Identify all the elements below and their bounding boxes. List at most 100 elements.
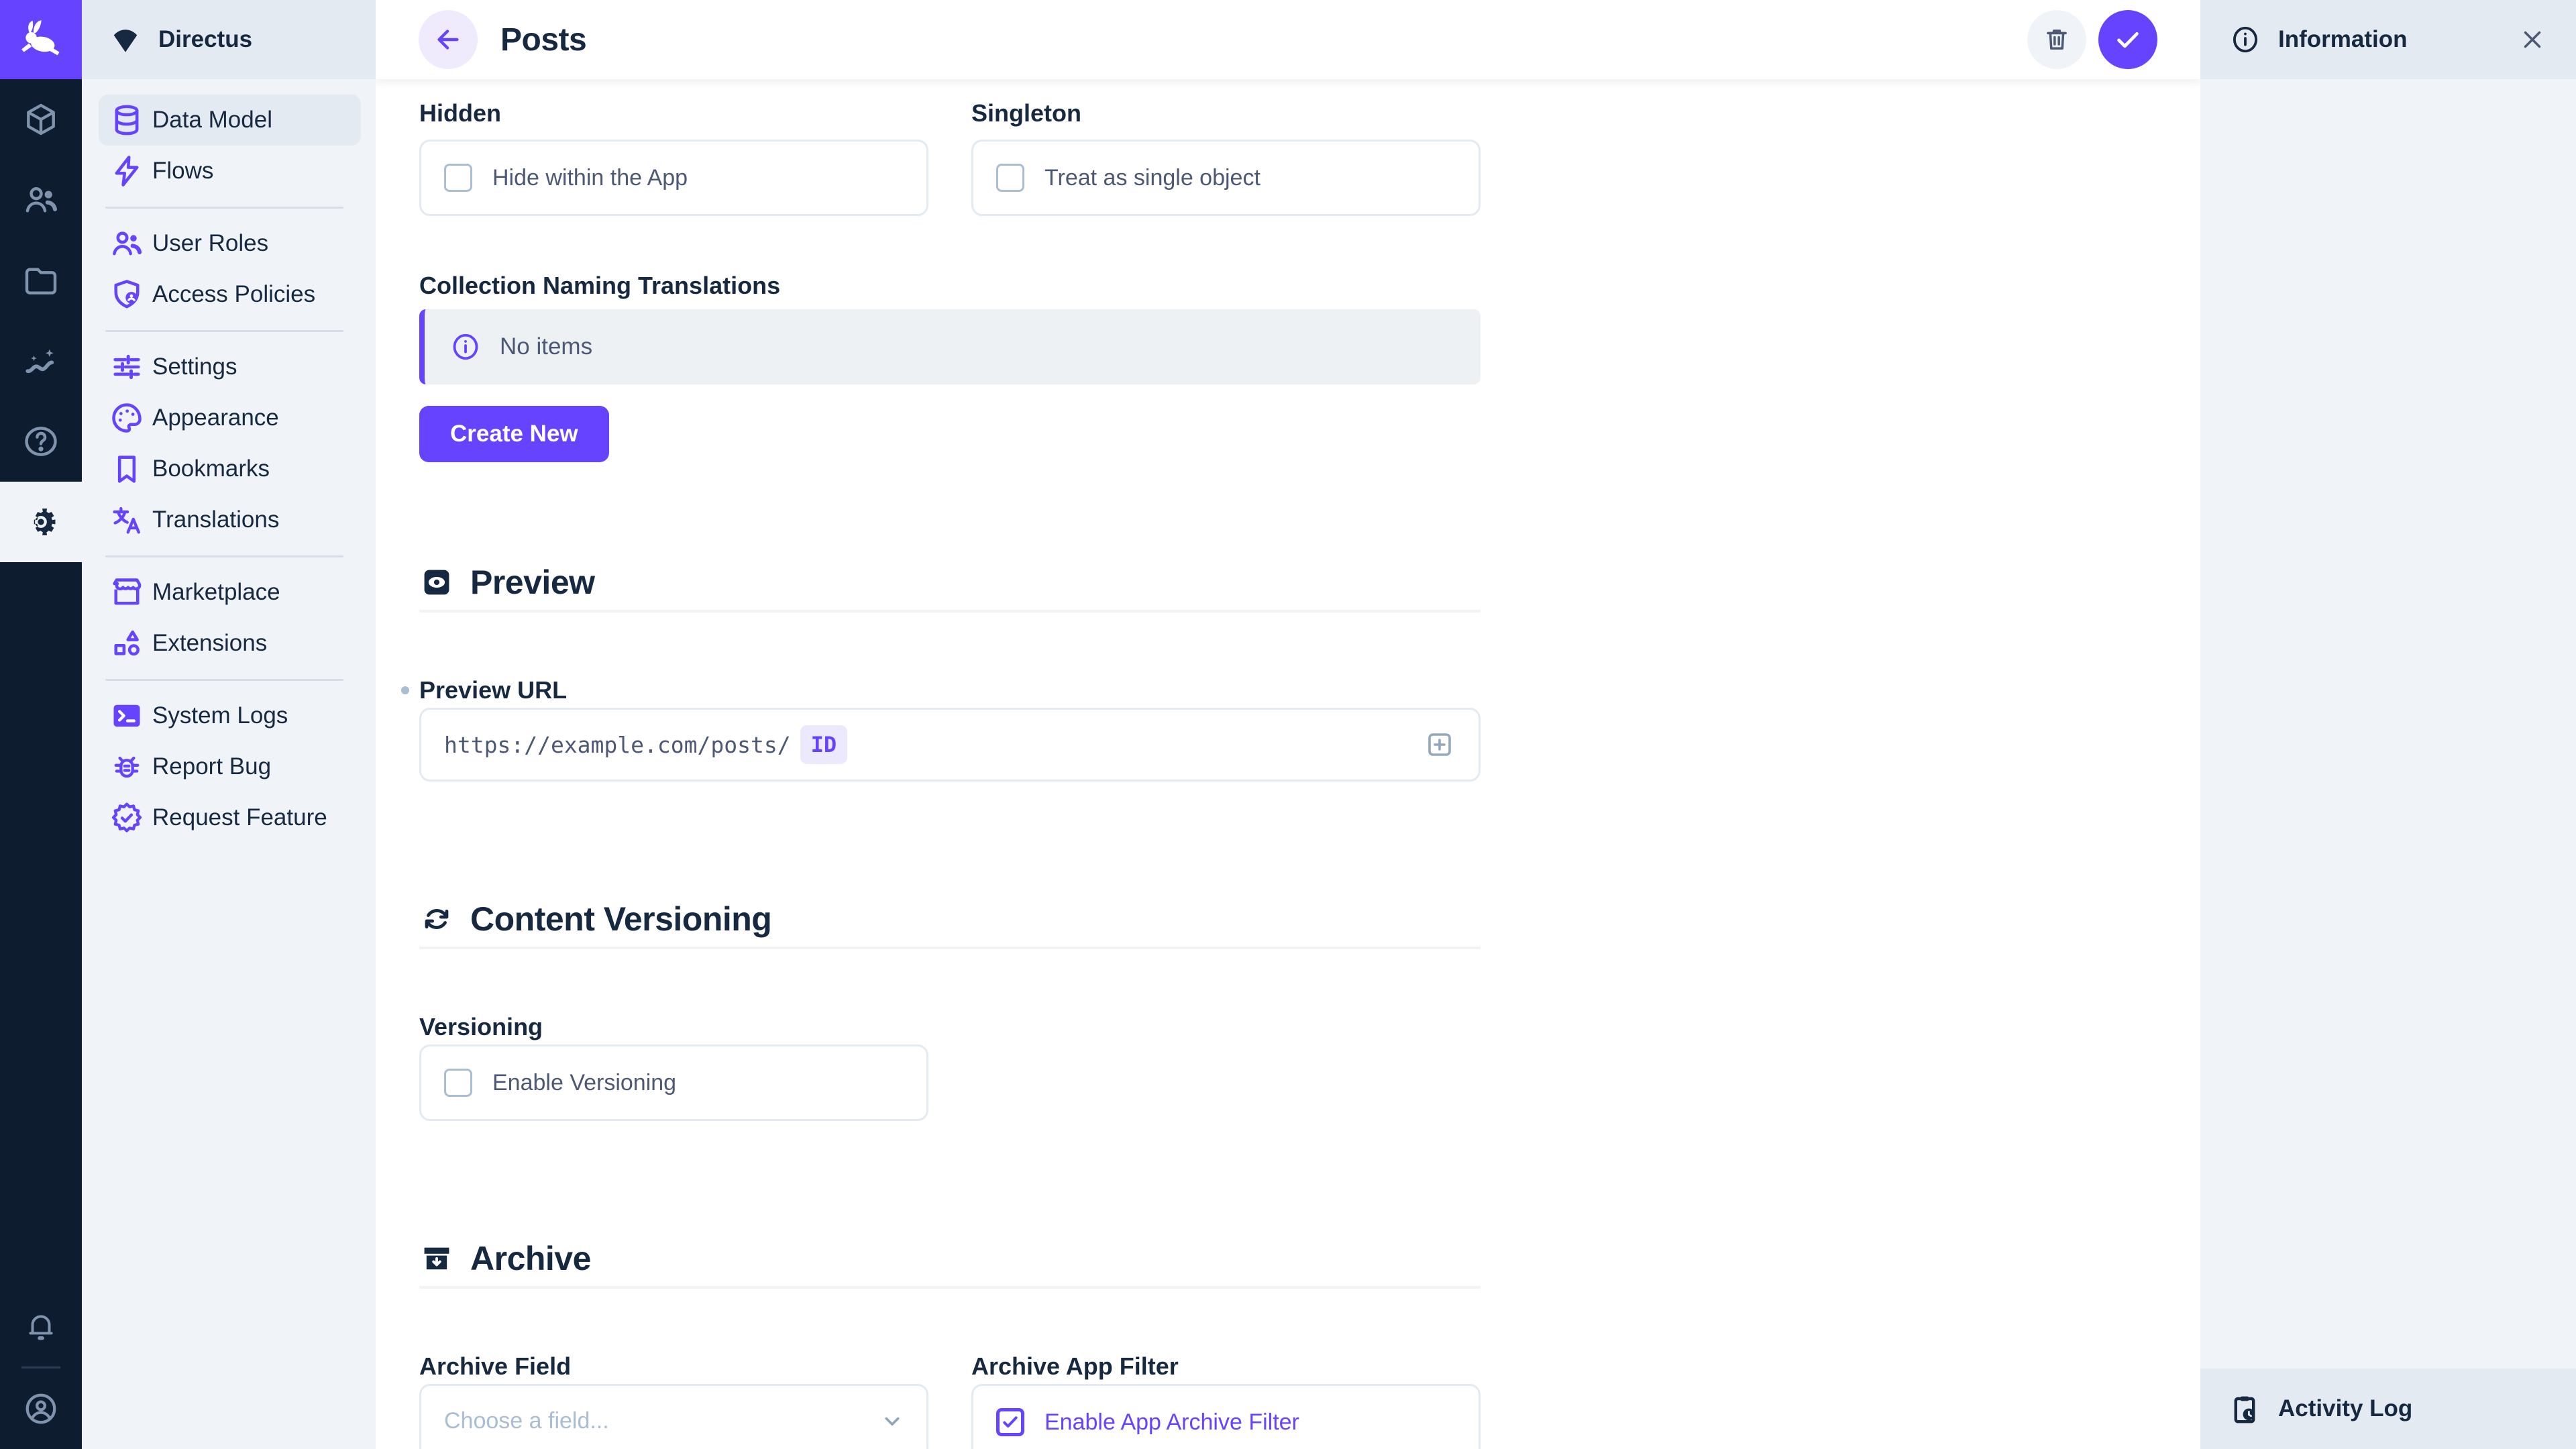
hidden-checkbox-card[interactable]: Hide within the App (419, 140, 928, 216)
directus-logo[interactable] (0, 0, 82, 79)
section-title: Content Versioning (470, 900, 771, 938)
checkbox-label: Enable App Archive Filter (1044, 1409, 1299, 1436)
module-documentation[interactable] (0, 401, 82, 482)
sidebar-item-label: Flows (152, 158, 213, 184)
field-label: Versioning (419, 1012, 1481, 1042)
activity-log-label: Activity Log (2278, 1395, 2412, 1422)
versioning-checkbox-card[interactable]: Enable Versioning (419, 1044, 928, 1121)
avatar-icon (23, 1391, 59, 1427)
page-title: Posts (500, 21, 586, 58)
sidebar-divider (105, 207, 343, 209)
sidebar-item-appearance[interactable]: Appearance (99, 392, 361, 443)
translate-icon (109, 502, 144, 537)
sidebar-item-label: Data Model (152, 107, 272, 133)
database-icon (109, 103, 144, 138)
preview-url-value: https://example.com/posts/ (444, 732, 791, 758)
empty-list-text: No items (500, 333, 592, 360)
save-button[interactable] (2098, 10, 2157, 69)
sidebar-item-flows[interactable]: Flows (99, 146, 361, 197)
versioning-cycle-icon (419, 902, 454, 936)
sidebar-item-label: Appearance (152, 405, 279, 431)
checkbox-label: Treat as single object (1044, 165, 1260, 191)
field-versioning: Versioning Enable Versioning (419, 1012, 1481, 1121)
bookmark-icon (109, 451, 144, 486)
header-actions (2027, 10, 2157, 69)
section-preview: Preview (419, 563, 1481, 602)
folder-icon (22, 262, 60, 299)
palette-icon (109, 400, 144, 435)
singleton-checkbox-card[interactable]: Treat as single object (971, 140, 1481, 216)
sidebar-item-label: System Logs (152, 702, 288, 729)
sidebar-item-access-policies[interactable]: Access Policies (99, 269, 361, 320)
sidebar-divider (105, 679, 343, 681)
id-variable-chip[interactable]: ID (800, 725, 848, 764)
sidebar-item-user-roles[interactable]: User Roles (99, 218, 361, 269)
box-icon (22, 101, 60, 138)
sidebar-divider (105, 555, 343, 557)
module-settings[interactable] (0, 482, 82, 562)
field-label: Archive Field (419, 1352, 928, 1381)
sidebar-divider (105, 330, 343, 332)
notifications-button[interactable] (0, 1286, 82, 1366)
project-status-icon (110, 24, 141, 55)
module-content[interactable] (0, 79, 82, 160)
singleton-checkbox[interactable] (996, 164, 1024, 192)
main-area: Posts Hidden Hide with (376, 0, 2200, 1449)
sidebar-item-request-feature[interactable]: Request Feature (99, 792, 361, 843)
hidden-checkbox[interactable] (444, 164, 472, 192)
module-bar-bottom (0, 1286, 82, 1449)
add-variable-icon[interactable] (1424, 729, 1456, 761)
archive-field-input[interactable] (444, 1408, 878, 1434)
section-content-versioning: Content Versioning (419, 900, 1481, 938)
module-bar (0, 0, 82, 1449)
help-icon (22, 423, 60, 460)
back-button[interactable] (419, 10, 478, 69)
user-menu-button[interactable] (0, 1368, 82, 1449)
sidebar-item-report-bug[interactable]: Report Bug (99, 741, 361, 792)
section-archive: Archive (419, 1239, 1481, 1278)
users-icon (22, 181, 60, 219)
sidebar-item-system-logs[interactable]: System Logs (99, 690, 361, 741)
sidebar-item-bookmarks[interactable]: Bookmarks (99, 443, 361, 494)
close-icon[interactable] (2518, 25, 2546, 54)
module-user-directory[interactable] (0, 160, 82, 240)
bolt-icon (109, 154, 144, 189)
sidebar-item-extensions[interactable]: Extensions (99, 618, 361, 669)
module-file-library[interactable] (0, 240, 82, 321)
field-preview-url: Preview URL https://example.com/posts/ I… (419, 676, 1481, 782)
sidebar-item-marketplace[interactable]: Marketplace (99, 567, 361, 618)
sidebar-item-label: Marketplace (152, 579, 280, 606)
field-label: Archive App Filter (971, 1352, 1481, 1381)
sidebar-item-data-model[interactable]: Data Model (99, 95, 361, 146)
bug-icon (109, 749, 144, 784)
access-policies-icon (109, 277, 144, 312)
enable-archive-filter-checkbox[interactable] (996, 1408, 1024, 1436)
create-new-button[interactable]: Create New (419, 406, 609, 462)
settings-nav: Data Model Flows User Roles Access Polic… (82, 79, 376, 843)
section-title: Preview (470, 563, 595, 602)
enable-versioning-checkbox[interactable] (444, 1069, 472, 1097)
terminal-icon (109, 698, 144, 733)
tune-icon (109, 350, 144, 384)
preview-url-input[interactable]: https://example.com/posts/ ID (419, 708, 1481, 782)
sidebar-item-settings[interactable]: Settings (99, 341, 361, 392)
archive-box-icon (419, 1241, 454, 1276)
project-bar[interactable]: Directus (82, 0, 376, 79)
module-insights[interactable] (0, 321, 82, 401)
field-hidden: Hidden Hide within the App (419, 99, 928, 216)
archive-field-select[interactable] (419, 1384, 928, 1449)
gear-icon (22, 503, 60, 541)
sidebar-item-label: Translations (152, 506, 279, 533)
field-label: Preview URL (419, 676, 1481, 705)
sidebar-item-translations[interactable]: Translations (99, 494, 361, 545)
bell-icon (24, 1309, 58, 1343)
section-divider (419, 947, 1481, 949)
check-icon (2112, 24, 2143, 55)
activity-log-button[interactable]: Activity Log (2200, 1368, 2576, 1449)
empty-list-notice: No items (419, 309, 1481, 384)
archive-filter-checkbox-card[interactable]: Enable App Archive Filter (971, 1384, 1481, 1449)
preview-eye-icon (419, 565, 454, 600)
rabbit-logo-icon (19, 17, 63, 62)
delete-button[interactable] (2027, 10, 2086, 69)
field-label: Hidden (419, 99, 928, 128)
